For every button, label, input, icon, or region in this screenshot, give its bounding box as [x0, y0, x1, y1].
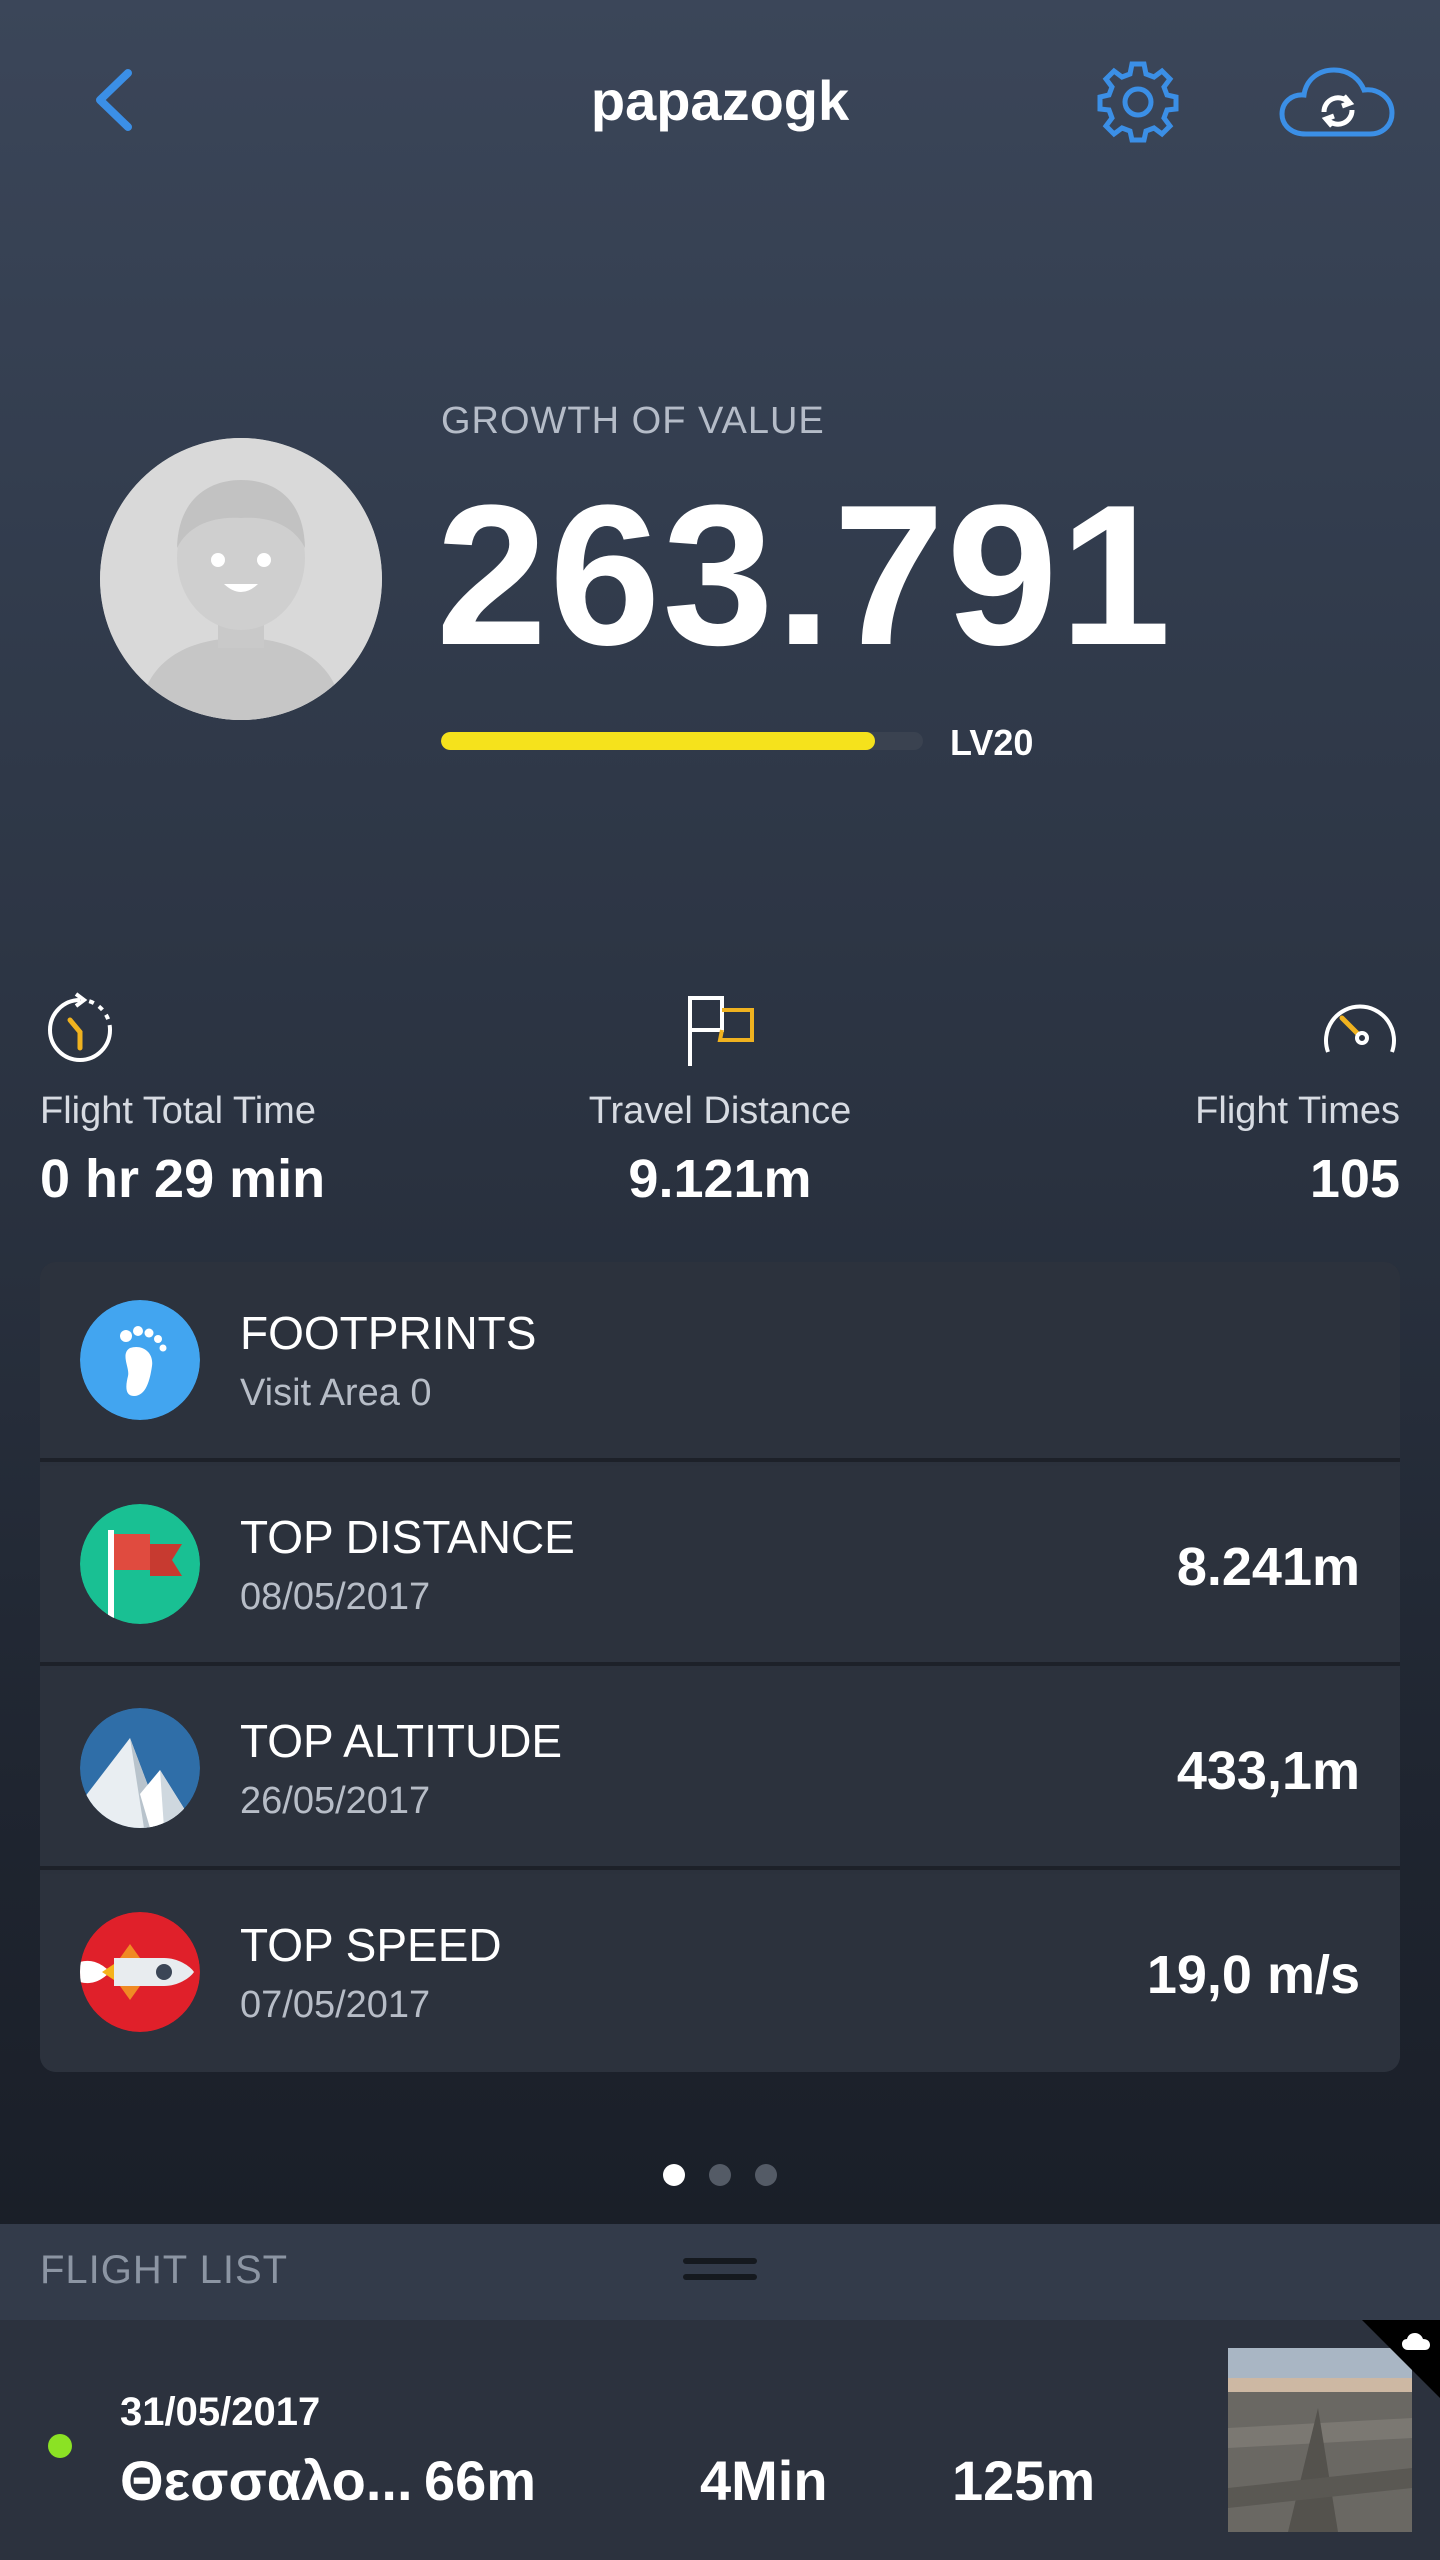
- flight-list-item[interactable]: 31/05/2017 Θεσσαλο... 66m 4Min 125m: [0, 2320, 1440, 2560]
- level-label: LV20: [950, 722, 1034, 763]
- page-dot[interactable]: [709, 2164, 731, 2186]
- drag-handle-icon[interactable]: [683, 2258, 757, 2288]
- flight-list-header[interactable]: FLIGHT LIST: [0, 2224, 1440, 2320]
- page-indicator: [0, 2164, 1440, 2186]
- record-subtitle: Visit Area 0: [240, 1372, 432, 1414]
- flight-altitude: 125m: [952, 2449, 1096, 2512]
- page-dot[interactable]: [755, 2164, 777, 2186]
- avatar[interactable]: [100, 438, 382, 720]
- flag-icon: [688, 996, 754, 1066]
- record-subtitle: 08/05/2017: [240, 1576, 431, 1618]
- stat-flight-times: Flight Times 105: [1000, 990, 1400, 1220]
- stopwatch-icon: [48, 992, 113, 1062]
- cloud-sync-icon: [1279, 67, 1395, 137]
- profile-screen: papazogk GROWTH OF VALUE 263.791 LV20 Fl…: [0, 0, 1440, 2560]
- growth-value: 263.791: [436, 464, 1173, 687]
- user-placeholder-icon: [100, 438, 382, 720]
- stat-travel-distance: Travel Distance 9.121m: [520, 990, 920, 1220]
- level-progress-fill: [441, 732, 875, 750]
- record-top-distance[interactable]: TOP DISTANCE 08/05/2017 8.241m: [40, 1466, 1400, 1666]
- page-title: papazogk: [590, 69, 850, 132]
- stat-value: 9.121m: [628, 1149, 812, 1209]
- status-dot: [48, 2434, 72, 2458]
- cloud-badge: [1362, 2320, 1440, 2398]
- red-flag-icon: [80, 1504, 200, 1624]
- cloud-sync-button[interactable]: [1278, 58, 1396, 148]
- stat-value: 105: [1309, 1149, 1400, 1209]
- flight-distance: 66m: [424, 2449, 537, 2512]
- gear-icon: [1097, 61, 1179, 143]
- record-footprints[interactable]: FOOTPRINTS Visit Area 0: [40, 1262, 1400, 1462]
- stat-label: Travel Distance: [588, 1090, 852, 1132]
- level-progress-bar: [441, 732, 923, 750]
- page-dot[interactable]: [663, 2164, 685, 2186]
- stat-label: Flight Times: [1195, 1090, 1400, 1132]
- record-top-speed[interactable]: TOP SPEED 07/05/2017 19,0 m/s: [40, 1874, 1400, 2072]
- record-value: 19,0 m/s: [1146, 1945, 1360, 2005]
- stat-flight-total-time: Flight Total Time 0 hr 29 min: [40, 990, 480, 1220]
- speedometer-icon: [1324, 1004, 1396, 1053]
- stat-label: Flight Total Time: [40, 1090, 316, 1132]
- top-bar: papazogk: [0, 0, 1440, 200]
- growth-label: GROWTH OF VALUE: [441, 400, 825, 442]
- rocket-icon: [80, 1912, 200, 2032]
- record-top-altitude[interactable]: TOP ALTITUDE 26/05/2017 433,1m: [40, 1670, 1400, 1870]
- records-card: FOOTPRINTS Visit Area 0 TOP DISTANCE 08/…: [40, 1262, 1400, 2072]
- record-title: TOP ALTITUDE: [240, 1715, 563, 1767]
- record-title: TOP SPEED: [240, 1919, 502, 1971]
- flight-list-label: FLIGHT LIST: [40, 2248, 289, 2292]
- record-value: 433,1m: [1176, 1741, 1360, 1801]
- flight-date: 31/05/2017: [120, 2390, 321, 2434]
- cloud-icon: [1362, 2320, 1440, 2398]
- record-title: TOP DISTANCE: [240, 1511, 575, 1563]
- flight-place: Θεσσαλο...: [120, 2449, 413, 2512]
- record-value: 8.241m: [1176, 1537, 1360, 1597]
- settings-button[interactable]: [1096, 60, 1180, 144]
- footprint-icon: [80, 1300, 200, 1420]
- flight-duration: 4Min: [700, 2449, 828, 2512]
- record-subtitle: 07/05/2017: [240, 1984, 431, 2026]
- record-subtitle: 26/05/2017: [240, 1780, 431, 1822]
- stat-value: 0 hr 29 min: [40, 1149, 326, 1209]
- mountain-icon: [80, 1708, 200, 1828]
- record-title: FOOTPRINTS: [240, 1307, 537, 1359]
